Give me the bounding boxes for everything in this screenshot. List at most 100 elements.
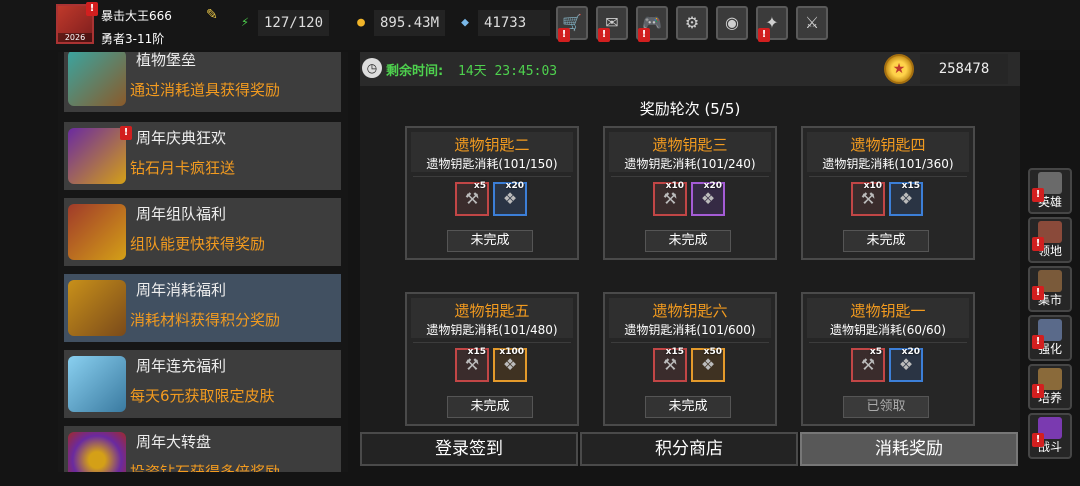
card-divider xyxy=(809,176,967,177)
butterfly-item-icon[interactable]: ❖ x20 xyxy=(493,181,527,216)
tab-2[interactable]: 积分商店 xyxy=(580,432,798,466)
reward-quantity: x20 xyxy=(505,181,524,191)
tab-3[interactable]: 消耗奖励 xyxy=(800,432,1018,466)
vase-icon xyxy=(68,52,126,106)
event-desc: 钻石月卡疯狂送 xyxy=(130,159,236,177)
reward-card: 遗物钥匙四遗物钥匙消耗(101/360) ⚒ x10 ❖ x15 未完成 xyxy=(801,126,975,260)
card-progress: 遗物钥匙消耗(101/150) xyxy=(426,157,558,171)
card-title: 遗物钥匙六 xyxy=(652,302,728,320)
side-alert-icon: ! xyxy=(1032,335,1044,349)
relic-key-icon[interactable]: ⚒ x15 xyxy=(455,347,489,382)
gold-coin-icon: ● xyxy=(357,15,365,30)
timer-value: 14天 23:45:03 xyxy=(458,64,558,79)
reward-quantity: x10 xyxy=(665,181,684,191)
card-status-button[interactable]: 未完成 xyxy=(447,230,533,252)
reward-card: 遗物钥匙六遗物钥匙消耗(101/600) ⚒ x15 ❖ x50 未完成 xyxy=(603,292,777,426)
butterfly-item-icon[interactable]: ❖ x15 xyxy=(889,181,923,216)
card-status-button[interactable]: 未完成 xyxy=(843,230,929,252)
event-item[interactable]: 植物堡垒通过消耗道具获得奖励 xyxy=(64,52,341,112)
event-desc: 投资钻石获得多倍奖励 xyxy=(130,463,281,472)
event-title: 周年庆典狂欢 xyxy=(136,129,227,147)
gem-value: 41733 xyxy=(478,10,550,36)
event-title: 周年连充福利 xyxy=(136,357,227,375)
card-title: 遗物钥匙三 xyxy=(652,136,728,154)
card-progress: 遗物钥匙消耗(101/360) xyxy=(822,157,954,171)
clock-icon: ◷ xyxy=(362,58,382,78)
butterfly-item-icon[interactable]: ❖ x20 xyxy=(889,347,923,382)
ice-crystal-icon xyxy=(68,356,126,412)
menu-button-crossed-swords[interactable]: ⚔ xyxy=(796,6,828,40)
menu-alert-icon: ! xyxy=(758,28,770,42)
tab-1[interactable]: 登录签到 xyxy=(360,432,578,466)
card-title: 遗物钥匙二 xyxy=(454,136,530,154)
wheel-icon xyxy=(68,432,126,472)
edit-name-icon[interactable]: ✎ xyxy=(206,7,222,23)
reward-quantity: x15 xyxy=(467,347,486,357)
relic-key-icon[interactable]: ⚒ x15 xyxy=(653,347,687,382)
event-desc: 消耗材料获得积分奖励 xyxy=(130,311,281,329)
card-progress: 遗物钥匙消耗(101/480) xyxy=(426,323,558,337)
crossed-swords-icon: ⚔ xyxy=(804,13,820,32)
reward-quantity: x10 xyxy=(863,181,882,191)
card-progress: 遗物钥匙消耗(101/600) xyxy=(624,323,756,337)
reward-card: 遗物钥匙三 遗物钥匙消耗(101/240) ⚒ x10 ❖ x20 未完成 xyxy=(603,126,777,260)
event-title: 植物堡垒 xyxy=(136,52,197,69)
relic-key-icon[interactable]: ⚒ x5 xyxy=(455,181,489,216)
reward-card: 遗物钥匙五遗物钥匙消耗(101/480) ⚒ x15 ❖ x100 未完成 xyxy=(405,292,579,426)
event-item[interactable]: 周年组队福利组队能更快获得奖励 xyxy=(64,198,341,266)
card-progress: 遗物钥匙消耗(60/60) xyxy=(830,323,946,337)
card-divider xyxy=(611,176,769,177)
card-status-button[interactable]: 未完成 xyxy=(645,230,731,252)
card-status-button[interactable]: 未完成 xyxy=(447,396,533,418)
butterfly-item-icon[interactable]: ❖ x20 xyxy=(691,181,725,216)
card-title: 遗物钥匙四 xyxy=(850,136,926,154)
event-item[interactable]: 周年庆典狂欢 钻石月卡疯狂送! xyxy=(64,122,341,190)
menu-button-camera-shutter[interactable]: ◉ xyxy=(716,6,748,40)
event-desc: 通过消耗道具获得奖励 xyxy=(130,81,281,99)
lightning-icon: ⚡ xyxy=(241,15,249,30)
card-title: 遗物钥匙五 xyxy=(454,302,530,320)
side-alert-icon: ! xyxy=(1032,188,1044,202)
event-desc: 每天6元获取限定皮肤 xyxy=(130,387,275,405)
avatar-badge: 2026 xyxy=(58,33,92,42)
relic-key-icon[interactable]: ⚒ x10 xyxy=(653,181,687,216)
purple-card-icon xyxy=(68,128,126,184)
reward-quantity: x20 xyxy=(703,181,722,191)
event-list[interactable]: 植物堡垒通过消耗道具获得奖励周年庆典狂欢 钻石月卡疯狂送! 周年组队福利组队能更快获… xyxy=(58,52,348,472)
reward-quantity: x5 xyxy=(869,347,882,357)
event-alert-icon: ! xyxy=(120,126,132,140)
card-divider xyxy=(413,342,571,343)
relic-key-icon[interactable]: ⚒ x10 xyxy=(851,181,885,216)
card-status-button[interactable]: 已领取 xyxy=(843,396,929,418)
relic-key-icon[interactable]: ⚒ x5 xyxy=(851,347,885,382)
reward-card: 遗物钥匙一 遗物钥匙消耗(60/60) ⚒ x5 ❖ x20 已领取 xyxy=(801,292,975,426)
reward-quantity: x15 xyxy=(665,347,684,357)
event-title: 周年组队福利 xyxy=(136,205,227,223)
reward-quantity: x20 xyxy=(901,347,920,357)
reward-quantity: x15 xyxy=(901,181,920,191)
reward-card: 遗物钥匙二遗物钥匙消耗(101/150) ⚒ x5 ❖ x20 未完成 xyxy=(405,126,579,260)
event-title: 周年消耗福利 xyxy=(136,281,227,299)
event-item[interactable]: 周年大转盘 投资钻石获得多倍奖励 xyxy=(64,426,341,472)
event-item[interactable]: 周年消耗福利消耗材料获得积分奖励 xyxy=(64,274,341,342)
card-divider xyxy=(809,342,967,343)
reward-quantity: x50 xyxy=(703,347,722,357)
gold-chest-icon xyxy=(68,280,126,336)
butterfly-item-icon[interactable]: ❖ x50 xyxy=(691,347,725,382)
settings-gear-icon: ⚙ xyxy=(684,13,700,32)
top-bar: 2026 ! 暴击大王666 勇者3-11阶 ✎ ⚡ 127/120 ● 895… xyxy=(0,0,1080,50)
treasure-chest-icon xyxy=(68,204,126,260)
event-item[interactable]: 周年连充福利每天6元获取限定皮肤 xyxy=(64,350,341,418)
energy-value: 127/120 xyxy=(258,10,330,36)
event-coin-icon: ★ xyxy=(884,54,914,84)
card-status-button[interactable]: 未完成 xyxy=(645,396,731,418)
butterfly-item-icon[interactable]: ❖ x100 xyxy=(493,347,527,382)
menu-button-settings-gear[interactable]: ⚙ xyxy=(676,6,708,40)
menu-alert-icon: ! xyxy=(638,28,650,42)
reward-quantity: x5 xyxy=(473,181,486,191)
event-desc: 组队能更快获得奖励 xyxy=(130,235,266,253)
reward-quantity: x100 xyxy=(499,347,524,357)
side-alert-icon: ! xyxy=(1032,286,1044,300)
player-rank: 勇者3-11阶 xyxy=(101,32,165,46)
main-panel: ◷ 剩余时间: 14天 23:45:03 ★ 258478 奖励轮次 (5/5)… xyxy=(360,52,1020,432)
